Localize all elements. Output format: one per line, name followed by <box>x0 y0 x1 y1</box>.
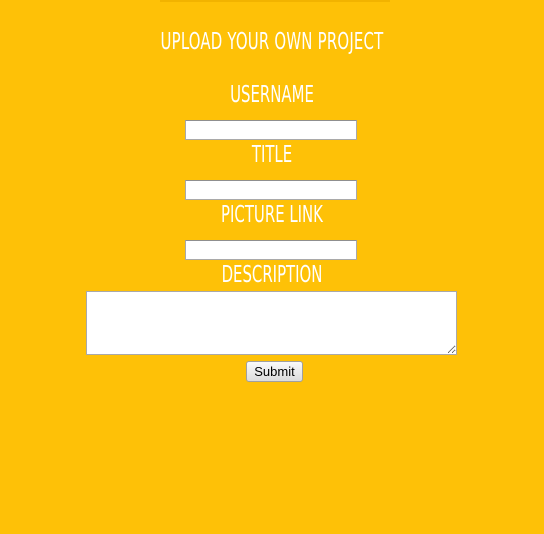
title-label: Title <box>251 142 293 168</box>
username-label: Username <box>230 82 314 108</box>
username-input[interactable] <box>185 120 357 140</box>
title-input[interactable] <box>185 180 357 200</box>
picture-link-label: Picture Link <box>221 202 323 228</box>
top-accent-bar <box>160 0 390 2</box>
description-textarea[interactable] <box>86 291 457 355</box>
picture-link-input[interactable] <box>185 240 357 260</box>
submit-button[interactable]: Submit <box>246 361 303 382</box>
page-title: Upload your own project <box>160 29 384 55</box>
description-label: Description <box>221 262 323 288</box>
